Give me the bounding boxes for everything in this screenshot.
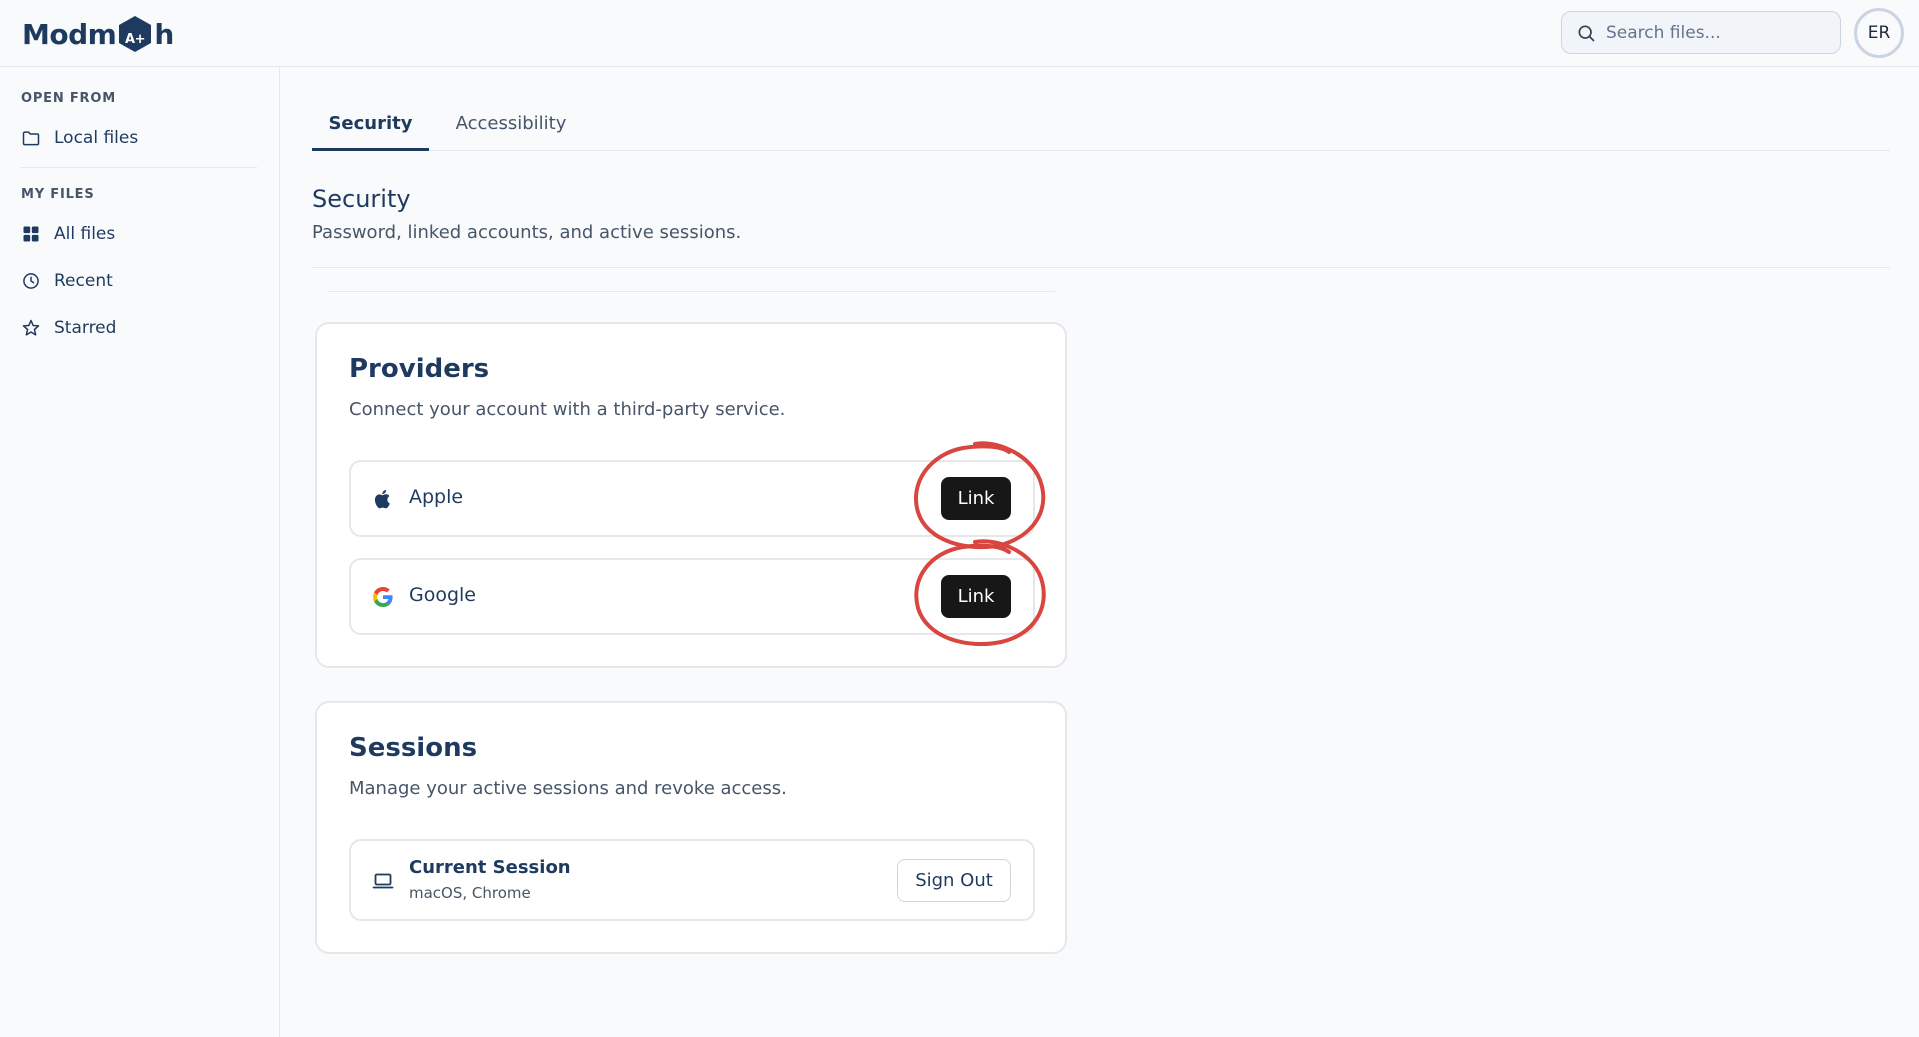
sidebar-item-label: Recent: [54, 271, 113, 291]
search-box[interactable]: [1561, 11, 1841, 54]
user-avatar[interactable]: ER: [1854, 8, 1904, 58]
providers-description: Connect your account with a third-party …: [349, 399, 786, 420]
main-content: Security Accessibility Security Password…: [280, 67, 1919, 1037]
providers-title: Providers: [349, 354, 490, 384]
sidebar-item-starred[interactable]: Starred: [21, 311, 256, 345]
provider-name: Google: [409, 584, 477, 606]
link-google-button[interactable]: Link: [941, 575, 1011, 618]
google-icon: [373, 587, 393, 607]
logo-hex-text: A+: [125, 32, 145, 47]
link-apple-button[interactable]: Link: [941, 477, 1011, 520]
sidebar-item-recent[interactable]: Recent: [21, 264, 256, 298]
sidebar-item-label: All files: [54, 224, 116, 244]
search-input[interactable]: [1606, 22, 1826, 43]
section-divider: [312, 267, 1890, 268]
logo-text-end: h: [154, 17, 174, 51]
page-subtitle: Password, linked accounts, and active se…: [312, 222, 742, 243]
session-device: macOS, Chrome: [409, 884, 531, 902]
sidebar-item-all-files[interactable]: All files: [21, 217, 256, 251]
sidebar-section-open-from: OPEN FROM: [21, 91, 116, 106]
clock-icon: [23, 273, 39, 289]
sessions-card: Sessions Manage your active sessions and…: [315, 701, 1067, 954]
provider-row-google: Google Link: [349, 558, 1035, 635]
logo-hexagon-icon: A+: [119, 16, 152, 52]
laptop-icon: [372, 873, 394, 889]
provider-row-apple: Apple Link: [349, 460, 1035, 537]
tab-security[interactable]: Security: [312, 107, 429, 151]
grid-icon: [23, 226, 39, 242]
folder-icon: [22, 131, 40, 146]
session-title: Current Session: [409, 857, 571, 878]
provider-name: Apple: [409, 486, 464, 508]
logo-text-start: Modm: [22, 17, 117, 51]
sidebar-section-my-files: MY FILES: [21, 187, 95, 202]
apple-icon: [374, 490, 390, 509]
sidebar-item-label: Local files: [54, 128, 139, 148]
sign-out-button[interactable]: Sign Out: [897, 859, 1011, 902]
sidebar-item-label: Starred: [54, 318, 117, 338]
sidebar-item-local-files[interactable]: Local files: [21, 121, 256, 155]
sidebar: OPEN FROM Local files MY FILES All files…: [0, 67, 280, 1037]
sidebar-divider: [21, 167, 257, 168]
sessions-title: Sessions: [349, 733, 478, 763]
tab-accessibility[interactable]: Accessibility: [440, 107, 582, 151]
section-divider: [327, 291, 1055, 292]
top-bar: Modm A+ h ER: [0, 0, 1919, 67]
modmath-logo[interactable]: Modm A+ h: [22, 14, 174, 54]
sessions-description: Manage your active sessions and revoke a…: [349, 778, 787, 799]
providers-card: Providers Connect your account with a th…: [315, 322, 1067, 668]
search-icon: [1578, 25, 1595, 41]
page-title: Security: [312, 185, 411, 213]
session-row-current: Current Session macOS, Chrome Sign Out: [349, 839, 1035, 921]
star-icon: [22, 319, 40, 336]
settings-tabs: Security Accessibility: [312, 107, 1890, 151]
